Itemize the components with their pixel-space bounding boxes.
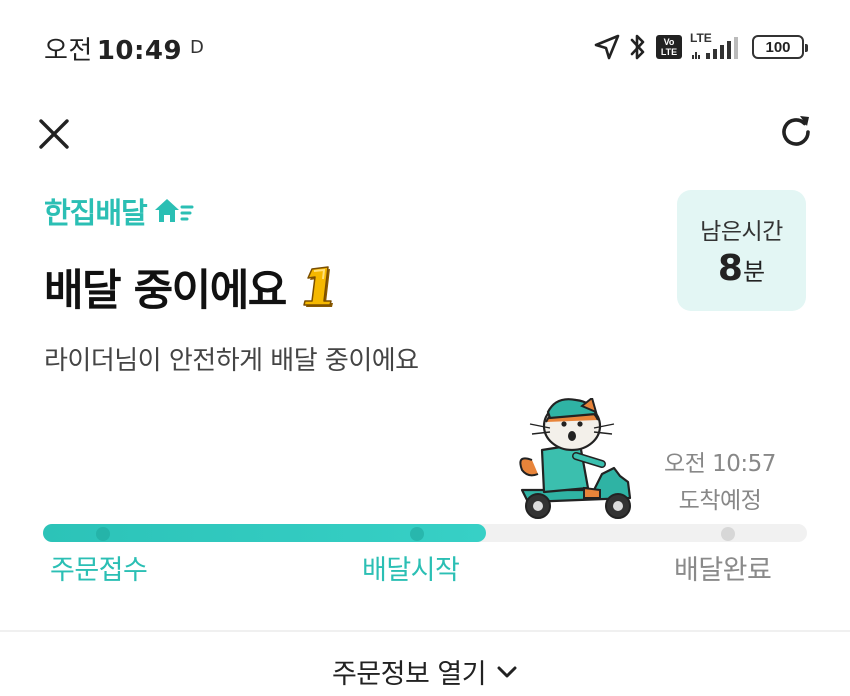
remaining-minutes: 8 <box>717 248 743 289</box>
battery-icon: 100 <box>752 35 808 59</box>
volte-icon: Vo LTE <box>656 35 682 59</box>
eta-time: 오전 10:57 <box>664 451 776 477</box>
refresh-icon <box>782 116 810 146</box>
progress-dot-started <box>410 527 424 541</box>
status-indicator: D <box>190 37 204 58</box>
status-time: 오전 10:49 <box>44 30 182 67</box>
remaining-time-label: 남은시간 <box>700 219 783 245</box>
remaining-time-box: 남은시간 8분 <box>677 190 806 311</box>
rider-cat-scooter-illustration <box>519 398 632 519</box>
eta-label: 도착예정 <box>678 488 762 514</box>
remaining-unit: 분 <box>742 258 766 286</box>
number-one-badge-icon <box>303 266 333 307</box>
close-button[interactable] <box>30 110 78 158</box>
progress-dot-completed <box>721 527 735 541</box>
step-order-received: 주문접수 <box>50 555 148 586</box>
brand-logo: 한집배달 <box>44 190 197 232</box>
progress-steps: 주문접수 배달시작 배달완료 <box>0 548 850 588</box>
close-icon <box>39 119 69 149</box>
step-delivery-completed: 배달완료 <box>674 555 772 586</box>
step-delivery-started: 배달시작 <box>362 555 460 586</box>
remaining-time-value: 8분 <box>677 248 806 289</box>
footer-divider <box>0 630 850 632</box>
status-bar: 오전 10:49 D Vo LTE LTE 100 <box>0 0 850 96</box>
page-title: 배달 중이에요 <box>44 256 342 318</box>
refresh-button[interactable] <box>772 108 820 156</box>
location-arrow-icon <box>594 34 620 60</box>
brand-name: 한집배달 <box>44 196 148 230</box>
open-order-info-button[interactable]: 주문정보 열기 <box>0 652 850 691</box>
page-title-text: 배달 중이에요 <box>44 266 287 316</box>
status-icons: Vo LTE LTE 100 <box>594 31 808 62</box>
status-ampm: 오전 <box>44 36 93 66</box>
house-speed-icon <box>154 199 194 222</box>
status-clock: 10:49 <box>96 36 183 66</box>
signal-icon: LTE <box>690 31 744 61</box>
eta-info: 오전 10:57 도착예정 <box>655 446 785 520</box>
delivery-progress-track <box>43 524 807 542</box>
chevron-down-icon <box>497 666 517 677</box>
bluetooth-icon <box>630 34 645 60</box>
page-subtitle: 라이더님이 안전하게 배달 중이에요 <box>44 346 419 376</box>
order-info-label: 주문정보 열기 <box>331 659 487 690</box>
progress-dot-received <box>96 527 110 541</box>
battery-level: 100 <box>765 38 791 56</box>
